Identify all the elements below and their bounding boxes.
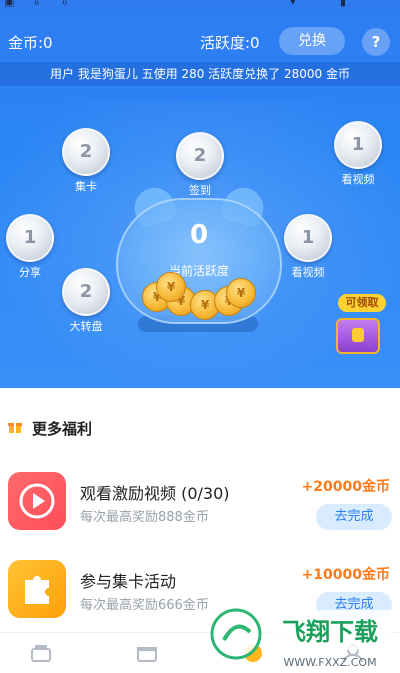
bubble-share[interactable]: 1 xyxy=(6,214,54,262)
bubble-watch-video[interactable]: 1 xyxy=(334,121,382,169)
bubble-label: 分享 xyxy=(19,266,41,279)
watermark: 飞翔下载 WWW.FXXZ.COM xyxy=(208,600,400,673)
task-title: 参与集卡活动 xyxy=(80,572,177,591)
status-bar: ▣ ⇩ ⇩ ▾ ▮ xyxy=(0,0,400,14)
complete-task-button[interactable]: 去完成 xyxy=(316,504,392,530)
tab-home-icon[interactable] xyxy=(30,643,52,663)
task-subtitle: 每次最高奖励666金币 xyxy=(80,598,209,613)
bubble-collect-cards[interactable]: 2 xyxy=(62,128,110,176)
notification-icon: ▣ xyxy=(4,0,15,8)
wifi-icon: ▾ xyxy=(290,0,296,8)
bubble-checkin[interactable]: 2 xyxy=(176,132,224,180)
puzzle-icon xyxy=(8,560,66,618)
watermark-brand: 飞翔下载 xyxy=(282,618,378,646)
gift-icon xyxy=(8,423,22,433)
coin-balance: 金币:0 xyxy=(8,34,53,52)
bubble-label: 集卡 xyxy=(75,180,97,193)
bubble-label: 看视频 xyxy=(341,173,375,186)
bubble-label: 看视频 xyxy=(291,266,325,279)
task-reward: +10000金币 xyxy=(301,567,390,583)
activity-score: 活跃度:0 xyxy=(200,34,260,52)
download-icon: ⇩ xyxy=(32,0,42,8)
top-bar: 金币:0 活跃度:0 兑换 ? xyxy=(0,24,400,58)
task-subtitle: 每次最高奖励888金币 xyxy=(80,510,209,525)
bubble-watch-video-2[interactable]: 1 xyxy=(284,214,332,262)
watermark-url: WWW.FXXZ.COM xyxy=(283,656,376,669)
play-icon xyxy=(19,483,55,519)
section-title: 更多福利 xyxy=(32,420,93,438)
play-video-icon xyxy=(8,472,66,530)
current-activity-value: 0 xyxy=(189,220,209,250)
task-reward: +20000金币 xyxy=(301,479,390,495)
claimable-tag[interactable]: 可领取 xyxy=(338,294,386,312)
exchange-announcement: 用户 我是狗蛋儿 五使用 280 活跃度兑换了 28000 金币 xyxy=(0,62,400,86)
tab-gift-icon[interactable] xyxy=(136,643,158,663)
task-title: 观看激励视频 (0/30) xyxy=(80,484,230,503)
help-button[interactable]: ? xyxy=(362,28,390,56)
bubble-lucky-wheel[interactable]: 2 xyxy=(62,268,110,316)
bubble-label: 大转盘 xyxy=(69,320,103,333)
brand-watermark-icon: 飞翔下载 WWW.FXXZ.COM xyxy=(210,608,394,669)
activity-hero: ▣ ⇩ ⇩ ▾ ▮ 金币:0 活跃度:0 兑换 ? 用户 我是狗蛋儿 五使用 2… xyxy=(0,0,400,388)
coin-icon: ¥ xyxy=(226,278,256,308)
activity-pot: 0 当前活跃度 ¥ ¥ ¥ ¥ ¥ ¥ xyxy=(116,182,282,328)
treasure-chest-icon[interactable] xyxy=(336,318,380,354)
current-activity-label: 当前活跃度 xyxy=(168,264,229,278)
puzzle-piece-icon xyxy=(25,576,49,604)
chest-lock xyxy=(352,328,364,342)
exchange-button[interactable]: 兑换 xyxy=(279,27,345,55)
coin-icon: ¥ xyxy=(156,272,186,302)
download-icon: ⇩ xyxy=(60,0,70,8)
battery-icon: ▮ xyxy=(340,0,347,8)
